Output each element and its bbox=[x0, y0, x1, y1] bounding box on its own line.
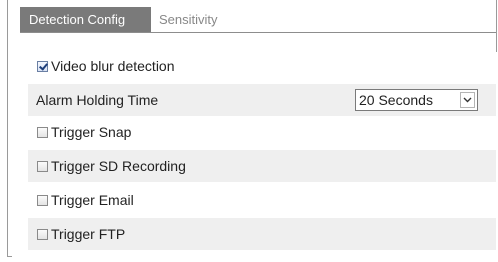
trigger-sd-label: Trigger SD Recording bbox=[51, 158, 186, 174]
trigger-snap-row: Trigger Snap bbox=[28, 116, 496, 148]
alarm-holding-row: Alarm Holding Time 20 Seconds bbox=[28, 84, 496, 116]
panel-bottom-tick bbox=[7, 256, 12, 257]
video-blur-row: Video blur detection bbox=[28, 50, 496, 82]
video-blur-label: Video blur detection bbox=[51, 58, 175, 74]
tab-detection-config[interactable]: Detection Config bbox=[20, 7, 151, 32]
trigger-snap-checkbox[interactable] bbox=[37, 126, 48, 138]
alarm-holding-label: Alarm Holding Time bbox=[36, 92, 159, 108]
chevron-down-icon[interactable] bbox=[460, 92, 475, 108]
alarm-holding-select[interactable]: 20 Seconds bbox=[355, 89, 478, 111]
trigger-sd-checkbox[interactable] bbox=[37, 160, 48, 172]
trigger-email-checkbox[interactable] bbox=[37, 194, 48, 206]
trigger-email-label: Trigger Email bbox=[51, 192, 134, 208]
trigger-ftp-label: Trigger FTP bbox=[51, 226, 126, 242]
tab-underline bbox=[20, 32, 496, 33]
trigger-ftp-row: Trigger FTP bbox=[28, 218, 496, 250]
tab-sensitivity[interactable]: Sensitivity bbox=[151, 7, 227, 32]
detection-config-panel: Detection Config Sensitivity Video blur … bbox=[0, 0, 498, 262]
trigger-ftp-checkbox[interactable] bbox=[37, 228, 48, 240]
tab-detection-config-label: Detection Config bbox=[29, 12, 126, 27]
trigger-snap-label: Trigger Snap bbox=[51, 124, 132, 140]
tab-sensitivity-label: Sensitivity bbox=[159, 12, 218, 27]
panel-left-border bbox=[7, 0, 8, 257]
trigger-sd-row: Trigger SD Recording bbox=[28, 150, 496, 182]
trigger-email-row: Trigger Email bbox=[28, 184, 496, 216]
panel-right-border bbox=[496, 0, 497, 52]
video-blur-checkbox[interactable] bbox=[37, 60, 48, 72]
alarm-holding-value: 20 Seconds bbox=[359, 92, 433, 108]
tab-bar: Detection Config Sensitivity bbox=[20, 7, 227, 32]
